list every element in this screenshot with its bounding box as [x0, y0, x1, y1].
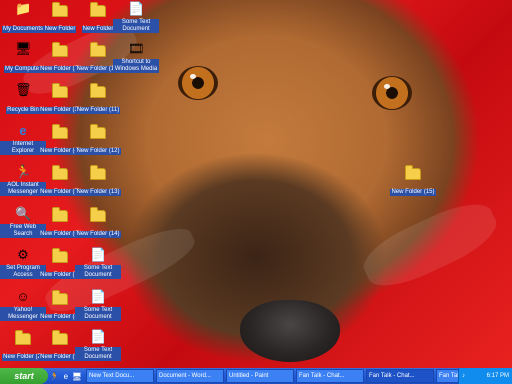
my-computer-icon: 🖥 — [15, 41, 32, 56]
taskbar-button[interactable]: Untitled - Paint — [226, 369, 294, 383]
quick-launch-icon[interactable]: 🏃 — [50, 372, 60, 381]
folder-icon — [405, 165, 421, 180]
desktop-icon-text-doc-2[interactable]: 📄 Some Text Document — [75, 290, 121, 323]
folder-icon — [90, 124, 106, 139]
folder-icon — [52, 207, 68, 222]
my-documents-icon: 📁 — [15, 1, 32, 16]
folder-icon — [90, 83, 106, 98]
folder-icon — [90, 207, 106, 222]
text-document-icon: 📄 — [90, 247, 107, 262]
folder-icon — [52, 42, 68, 57]
dog-eye-right — [372, 76, 412, 110]
text-document-icon: 📄 — [128, 1, 145, 16]
folder-icon — [52, 83, 68, 98]
folder-icon — [52, 124, 68, 139]
taskbar-button[interactable]: Fan Talk - Chat... — [366, 369, 434, 383]
quick-launch-icon[interactable]: 🖥 — [72, 372, 82, 381]
dog-nose — [240, 300, 340, 362]
desktop-icon-new-folder-13[interactable]: New Folder (13) — [75, 165, 121, 198]
yahoo-icon: ☺ — [16, 289, 30, 304]
taskbar-button[interactable]: Document - Word... — [156, 369, 224, 383]
taskbar-button[interactable]: Fan Talk - Chat... — [296, 369, 364, 383]
folder-icon — [52, 165, 68, 180]
quick-launch: 🏃 e 🖥 — [48, 372, 84, 381]
text-document-icon: 📄 — [90, 329, 107, 344]
recycle-bin-icon: 🗑 — [15, 82, 32, 97]
taskbar-button[interactable]: New Text Docu... — [86, 369, 154, 383]
wallpaper-fold — [355, 192, 505, 298]
desktop-icon-new-folder-11[interactable]: New Folder (11) — [75, 83, 121, 116]
desktop-icon-new-folder-15[interactable]: New Folder (15) — [390, 165, 436, 198]
folder-icon — [15, 330, 31, 345]
folder-icon — [90, 2, 106, 17]
folder-icon — [52, 248, 68, 263]
desktop-icon-text-doc-3[interactable]: 📄 Some Text Document — [75, 330, 121, 363]
folder-icon — [52, 290, 68, 305]
search-icon: 🔍 — [15, 206, 32, 221]
start-button[interactable]: start — [0, 368, 48, 384]
taskbar: start 🏃 e 🖥 New Text Docu... Document - … — [0, 368, 512, 384]
folder-icon — [52, 330, 68, 345]
desktop-icon-text-doc-4[interactable]: 📄 Some Text Document — [113, 2, 159, 35]
dog-eye-left — [178, 66, 218, 100]
desktop-icon-text-doc-1[interactable]: 📄 Some Text Document — [75, 248, 121, 281]
system-tray: ♪ 6:17 PM — [458, 368, 512, 384]
desktop-icon-media[interactable]: 🎞 Shortcut to Windows Media — [113, 42, 159, 75]
quick-launch-icon[interactable]: e — [64, 372, 68, 381]
desktop-icon-new-folder-14[interactable]: New Folder (14) — [75, 207, 121, 240]
volume-icon[interactable]: ♪ — [462, 373, 465, 379]
text-document-icon: 📄 — [90, 289, 107, 304]
internet-explorer-icon: e — [19, 123, 27, 138]
desktop-wallpaper: 📁 My Documents 🖥 My Computer 🗑 Recycle B… — [0, 0, 512, 368]
media-icon: 🎞 — [128, 41, 145, 56]
folder-icon — [90, 42, 106, 57]
desktop-icon-new-folder-12[interactable]: New Folder (12) — [75, 124, 121, 157]
program-access-icon: ⚙ — [17, 247, 29, 262]
folder-icon — [90, 165, 106, 180]
folder-icon — [52, 2, 68, 17]
aim-icon: 🏃 — [15, 164, 32, 179]
clock[interactable]: 6:17 PM — [487, 373, 509, 379]
